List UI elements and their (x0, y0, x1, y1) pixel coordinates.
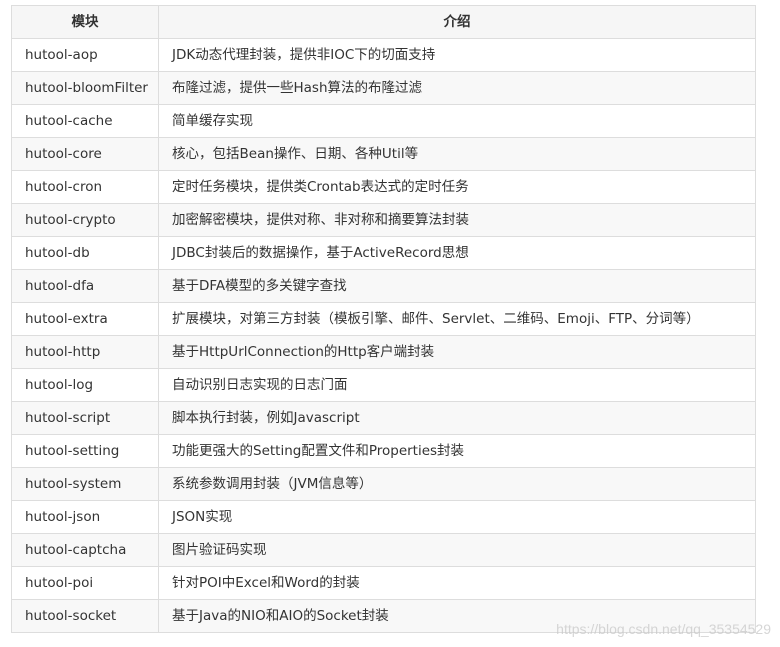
table-row: hutool-cache 简单缓存实现 (11, 104, 756, 138)
table-row: hutool-log 自动识别日志实现的日志门面 (11, 368, 756, 402)
table-row: hutool-bloomFilter 布隆过滤，提供一些Hash算法的布隆过滤 (11, 71, 756, 105)
header-description: 介绍 (158, 5, 756, 39)
table-row: hutool-db JDBC封装后的数据操作，基于ActiveRecord思想 (11, 236, 756, 270)
module-table-container: 模块 介绍 hutool-aop JDK动态代理封装，提供非IOC下的切面支持 hu… (11, 5, 756, 633)
table-row: hutool-extra 扩展模块，对第三方封装（模板引擎、邮件、Servlet、… (11, 302, 756, 336)
module-description-cell: 布隆过滤，提供一些Hash算法的布隆过滤 (158, 71, 756, 105)
module-name-cell: hutool-aop (11, 38, 159, 72)
table-row: hutool-setting 功能更强大的Setting配置文件和Properti… (11, 434, 756, 468)
module-description-cell: JSON实现 (158, 500, 756, 534)
module-description-cell: 简单缓存实现 (158, 104, 756, 138)
module-name-cell: hutool-extra (11, 302, 159, 336)
table-row: hutool-poi 针对POI中Excel和Word的封装 (11, 566, 756, 600)
table-row: hutool-dfa 基于DFA模型的多关键字查找 (11, 269, 756, 303)
module-name-cell: hutool-json (11, 500, 159, 534)
module-description-cell: JDBC封装后的数据操作，基于ActiveRecord思想 (158, 236, 756, 270)
module-description-cell: 针对POI中Excel和Word的封装 (158, 566, 756, 600)
module-description-cell: 脚本执行封装，例如Javascript (158, 401, 756, 435)
module-description-cell: 加密解密模块，提供对称、非对称和摘要算法封装 (158, 203, 756, 237)
module-description-cell: 自动识别日志实现的日志门面 (158, 368, 756, 402)
table-header-row: 模块 介绍 (11, 5, 756, 39)
module-name-cell: hutool-dfa (11, 269, 159, 303)
module-name-cell: hutool-log (11, 368, 159, 402)
module-description-cell: 功能更强大的Setting配置文件和Properties封装 (158, 434, 756, 468)
module-description-cell: 核心，包括Bean操作、日期、各种Util等 (158, 137, 756, 171)
module-description-cell: 基于HttpUrlConnection的Http客户端封装 (158, 335, 756, 369)
watermark: https://blog.csdn.net/qq_35354529 (556, 621, 771, 637)
table-row: hutool-crypto 加密解密模块，提供对称、非对称和摘要算法封装 (11, 203, 756, 237)
module-name-cell: hutool-cron (11, 170, 159, 204)
table-row: hutool-cron 定时任务模块，提供类Crontab表达式的定时任务 (11, 170, 756, 204)
module-description-cell: 扩展模块，对第三方封装（模板引擎、邮件、Servlet、二维码、Emoji、FT… (158, 302, 756, 336)
table-row: hutool-captcha 图片验证码实现 (11, 533, 756, 567)
table-row: hutool-http 基于HttpUrlConnection的Http客户端封装 (11, 335, 756, 369)
module-description-cell: JDK动态代理封装，提供非IOC下的切面支持 (158, 38, 756, 72)
table-row: hutool-json JSON实现 (11, 500, 756, 534)
table-row: hutool-system 系统参数调用封装（JVM信息等） (11, 467, 756, 501)
module-name-cell: hutool-cache (11, 104, 159, 138)
module-name-cell: hutool-captcha (11, 533, 159, 567)
module-description-cell: 图片验证码实现 (158, 533, 756, 567)
module-name-cell: hutool-db (11, 236, 159, 270)
module-name-cell: hutool-setting (11, 434, 159, 468)
module-description-cell: 系统参数调用封装（JVM信息等） (158, 467, 756, 501)
module-name-cell: hutool-core (11, 137, 159, 171)
module-name-cell: hutool-script (11, 401, 159, 435)
module-name-cell: hutool-system (11, 467, 159, 501)
module-description-cell: 定时任务模块，提供类Crontab表达式的定时任务 (158, 170, 756, 204)
table-body: hutool-aop JDK动态代理封装，提供非IOC下的切面支持 hutool-b… (11, 38, 756, 633)
table-row: hutool-script 脚本执行封装，例如Javascript (11, 401, 756, 435)
module-name-cell: hutool-bloomFilter (11, 71, 159, 105)
module-table: 模块 介绍 hutool-aop JDK动态代理封装，提供非IOC下的切面支持 hu… (11, 5, 756, 633)
module-name-cell: hutool-crypto (11, 203, 159, 237)
module-name-cell: hutool-poi (11, 566, 159, 600)
module-description-cell: 基于DFA模型的多关键字查找 (158, 269, 756, 303)
module-name-cell: hutool-http (11, 335, 159, 369)
table-row: hutool-core 核心，包括Bean操作、日期、各种Util等 (11, 137, 756, 171)
header-module: 模块 (11, 5, 159, 39)
module-name-cell: hutool-socket (11, 599, 159, 633)
table-row: hutool-aop JDK动态代理封装，提供非IOC下的切面支持 (11, 38, 756, 72)
